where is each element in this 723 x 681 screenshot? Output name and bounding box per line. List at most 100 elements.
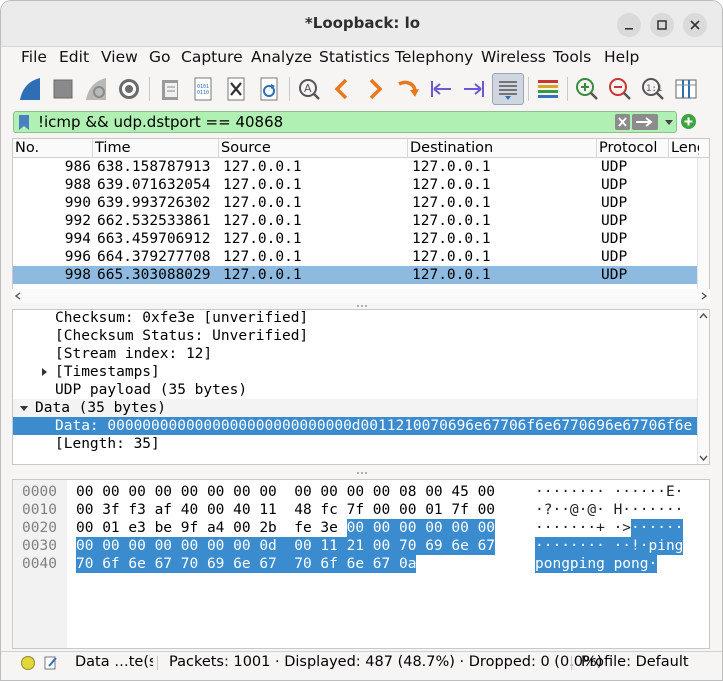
detail-line[interactable]: Checksum: 0xfe3e [unverified] <box>13 310 699 327</box>
first-packet-icon[interactable] <box>425 73 457 105</box>
menu-analyze[interactable]: Analyze <box>251 48 312 66</box>
detail-line[interactable]: Data (35 bytes) <box>13 399 699 417</box>
table-row[interactable]: 986 638.158787913 127.0.0.1 127.0.0.1 UDP <box>13 158 709 176</box>
expert-info-icon[interactable] <box>21 656 35 670</box>
scroll-left-icon[interactable] <box>14 292 22 300</box>
column-header-destination[interactable]: Destination <box>408 139 597 158</box>
ascii-bytes[interactable]: ·?··@·@· H······· <box>535 501 683 519</box>
menu-capture[interactable]: Capture <box>181 48 243 66</box>
detail-line[interactable]: [Checksum Status: Unverified] <box>13 327 699 345</box>
collapsed-arrow-icon[interactable] <box>39 367 49 377</box>
detail-line[interactable]: UDP payload (35 bytes) <box>13 381 699 399</box>
menu-statistics[interactable]: Statistics <box>319 48 390 66</box>
zoom-in-icon[interactable] <box>571 73 603 105</box>
ascii-bytes-highlighted[interactable]: ······ <box>631 519 684 537</box>
apply-filter-icon[interactable] <box>632 114 658 130</box>
start-capture-icon[interactable] <box>14 73 46 105</box>
byte-offset: 0000 <box>22 484 57 500</box>
hex-bytes-highlighted[interactable]: 00 00 00 00 00 00 <box>346 519 496 537</box>
close-file-icon[interactable] <box>220 73 252 105</box>
capture-options-icon[interactable] <box>113 73 145 105</box>
detail-line[interactable]: [Stream index: 12] <box>13 345 699 363</box>
cell-time: 639.071632054 <box>97 177 211 193</box>
clear-filter-icon[interactable] <box>615 114 630 130</box>
detail-line[interactable]: Data: 0000000000000000000000000000d00112… <box>13 417 699 435</box>
colorize-icon[interactable] <box>532 73 564 105</box>
reload-file-icon[interactable] <box>253 73 285 105</box>
scroll-right-icon[interactable] <box>700 292 708 300</box>
table-row[interactable]: 992 662.532533861 127.0.0.1 127.0.0.1 UDP <box>13 212 709 230</box>
close-button[interactable] <box>683 13 707 37</box>
detail-line[interactable]: [Timestamps] <box>13 363 699 381</box>
capture-comment-icon[interactable] <box>44 655 58 670</box>
table-row[interactable]: 994 663.459706912 127.0.0.1 127.0.0.1 UDP <box>13 230 709 248</box>
column-header-no[interactable]: No. <box>13 139 93 158</box>
menu-go[interactable]: Go <box>149 48 171 66</box>
cell-time: 662.532533861 <box>97 213 211 229</box>
detail-text: UDP payload (35 bytes) <box>55 382 248 398</box>
detail-line[interactable]: [Length: 35] <box>13 435 699 453</box>
table-row[interactable]: 996 664.379277708 127.0.0.1 127.0.0.1 UDP <box>13 248 709 266</box>
open-file-icon[interactable] <box>154 73 186 105</box>
column-header-time[interactable]: Time <box>93 139 219 158</box>
ascii-bytes[interactable]: ·······+ ·> <box>535 519 631 537</box>
menu-file[interactable]: File <box>21 48 47 66</box>
ascii-bytes-highlighted[interactable]: pongping pong· <box>535 555 658 573</box>
hex-bytes-highlighted[interactable]: 70 6f 6e 67 70 69 6e 67 70 6f 6e 67 0a <box>76 555 417 573</box>
menu-telephony[interactable]: Telephony <box>395 48 473 66</box>
find-packet-icon[interactable]: A <box>293 73 325 105</box>
minimize-button[interactable] <box>617 13 641 37</box>
scroll-up-icon[interactable] <box>699 312 708 320</box>
normal-size-icon[interactable]: 1:1 <box>637 73 669 105</box>
status-profile[interactable]: Profile: Default <box>581 654 689 670</box>
maximize-button[interactable] <box>650 13 674 37</box>
menu-view[interactable]: View <box>101 48 138 66</box>
expanded-arrow-icon[interactable] <box>19 403 29 413</box>
menu-help[interactable]: Help <box>604 48 639 66</box>
resize-columns-icon[interactable] <box>670 73 702 105</box>
hex-bytes-highlighted[interactable]: 00 00 00 00 00 00 00 0d 00 11 21 00 70 6… <box>76 537 496 555</box>
cell-dst: 127.0.0.1 <box>412 213 491 229</box>
scroll-down-icon[interactable] <box>699 454 708 462</box>
cell-src: 127.0.0.1 <box>223 231 302 247</box>
hex-bytes[interactable]: 00 3f f3 af 40 00 40 11 48 fc 7f 00 00 0… <box>76 501 495 519</box>
bookmark-icon[interactable] <box>18 114 30 131</box>
display-filter-input[interactable]: !icmp && udp.dstport == 40868 <box>13 111 677 133</box>
column-header-protocol[interactable]: Protocol <box>597 139 669 158</box>
stop-capture-icon[interactable] <box>47 73 79 105</box>
pane-splitter-handle-2[interactable] <box>355 471 369 475</box>
add-filter-button-icon[interactable] <box>681 114 696 129</box>
table-row[interactable]: 998 665.303088029 127.0.0.1 127.0.0.1 UDP <box>13 266 709 284</box>
autoscroll-icon[interactable] <box>492 73 524 105</box>
main-toolbar: 0101 0110 A 1:1 <box>1 71 722 107</box>
restart-capture-icon[interactable] <box>80 73 112 105</box>
pane-splitter-handle[interactable] <box>355 304 369 308</box>
ascii-bytes-highlighted[interactable]: ········ ··!·ping <box>535 537 684 555</box>
go-back-icon[interactable] <box>326 73 358 105</box>
menu-wireless[interactable]: Wireless <box>481 48 546 66</box>
detail-text: [Length: 35] <box>55 436 160 452</box>
ascii-bytes[interactable]: ········ ······E· <box>535 483 683 501</box>
table-row[interactable]: 990 639.993726302 127.0.0.1 127.0.0.1 UDP <box>13 194 709 212</box>
zoom-out-icon[interactable] <box>604 73 636 105</box>
cell-dst: 127.0.0.1 <box>412 231 491 247</box>
column-header-source[interactable]: Source <box>219 139 408 158</box>
packet-list-hscrollbar[interactable] <box>12 289 710 303</box>
cell-proto: UDP <box>601 177 628 193</box>
packet-list-scrollbar[interactable] <box>697 158 709 289</box>
filter-text[interactable]: !icmp && udp.dstport == 40868 <box>38 113 283 131</box>
hex-bytes[interactable]: 00 01 e3 be 9f a4 00 2b fe 3e <box>76 519 347 537</box>
detail-text: Checksum: 0xfe3e [unverified] <box>55 310 309 326</box>
cell-no: 988 <box>64 177 91 193</box>
table-row[interactable]: 988 639.071632054 127.0.0.1 127.0.0.1 UDP <box>13 176 709 194</box>
menu-edit[interactable]: Edit <box>59 48 89 66</box>
go-forward-icon[interactable] <box>359 73 391 105</box>
column-header-length[interactable]: Leng <box>669 139 699 158</box>
details-scrollbar[interactable] <box>697 310 709 464</box>
save-file-icon[interactable]: 0101 0110 <box>187 73 219 105</box>
filter-history-chevron-icon[interactable] <box>664 119 674 127</box>
hex-bytes[interactable]: 00 00 00 00 00 00 00 00 00 00 00 00 08 0… <box>76 483 495 501</box>
last-packet-icon[interactable] <box>458 73 490 105</box>
go-to-packet-icon[interactable] <box>392 73 424 105</box>
menu-tools[interactable]: Tools <box>553 48 591 66</box>
